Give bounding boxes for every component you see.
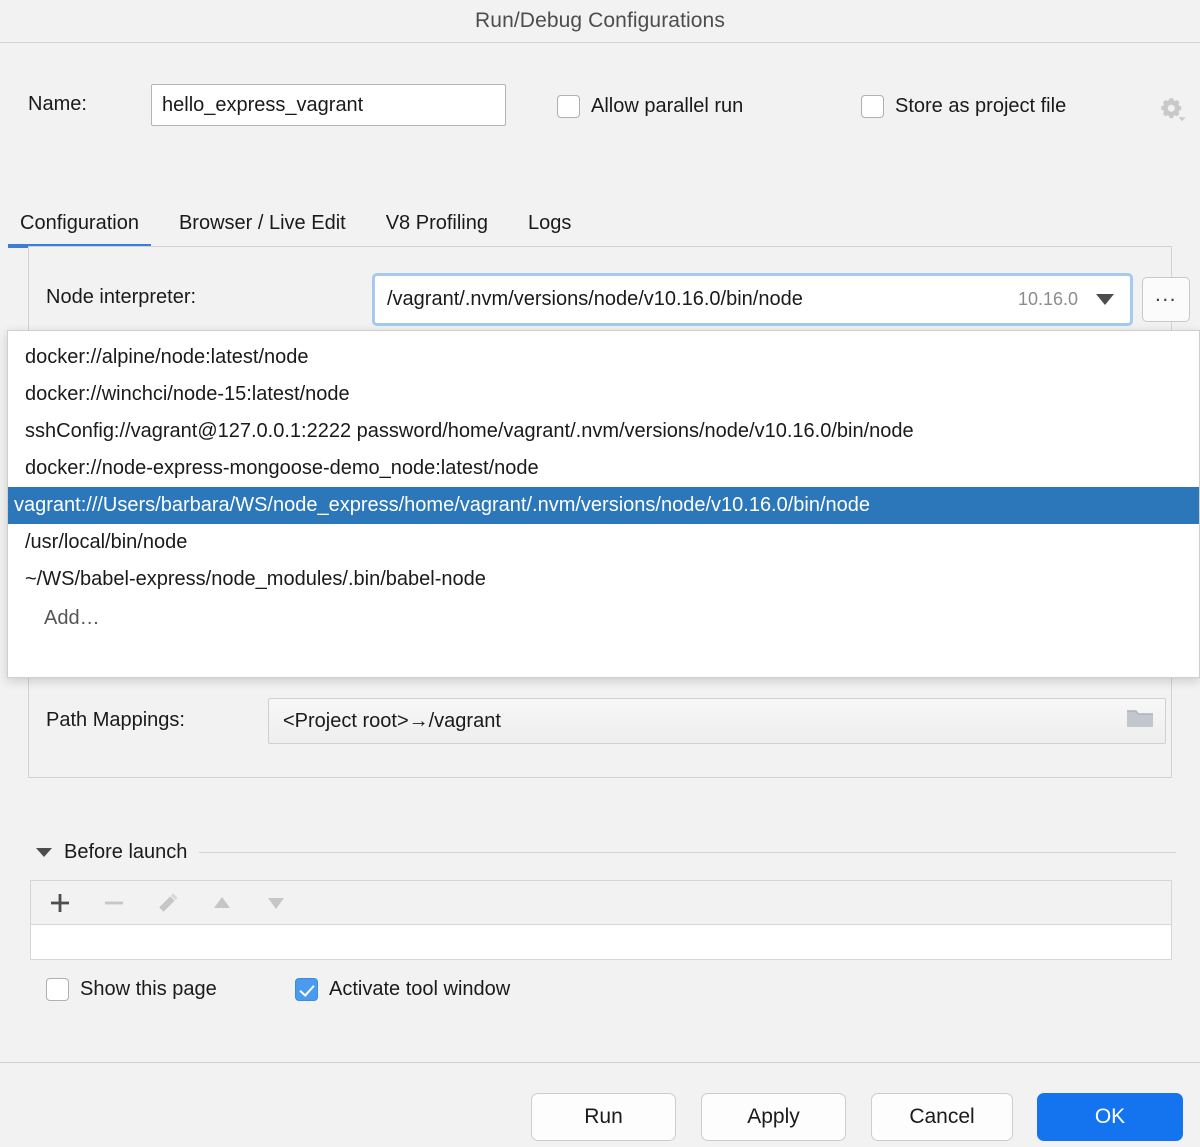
list-item-selected[interactable]: vagrant:///Users/barbara/WS/node_express…	[8, 487, 1199, 524]
gear-icon[interactable]	[1158, 96, 1188, 122]
ellipsis-label: ...	[1155, 290, 1177, 300]
list-item-label: /usr/local/bin/node	[25, 531, 187, 553]
list-item[interactable]: ~/WS/babel-express/node_modules/.bin/bab…	[8, 561, 1199, 598]
checkbox-box[interactable]	[295, 978, 318, 1001]
dialog-title-bar: Run/Debug Configurations	[0, 0, 1200, 43]
name-label: Name:	[28, 93, 87, 116]
path-mappings-value: <Project root>→/vagrant	[283, 710, 1125, 733]
button-label: Cancel	[909, 1105, 974, 1129]
move-up-icon	[205, 887, 239, 919]
allow-parallel-run-label: Allow parallel run	[591, 95, 743, 118]
show-this-page-checkbox[interactable]: Show this page	[46, 978, 217, 1001]
button-label: Run	[584, 1105, 623, 1129]
tab-label: Browser / Live Edit	[179, 212, 346, 234]
list-item-label: docker://node-express-mongoose-demo_node…	[25, 457, 539, 479]
list-item[interactable]: docker://node-express-mongoose-demo_node…	[8, 450, 1199, 487]
add-label: Add…	[44, 607, 100, 629]
tab-configuration[interactable]: Configuration	[0, 203, 159, 248]
node-interpreter-combobox[interactable]: /vagrant/.nvm/versions/node/v10.16.0/bin…	[372, 273, 1133, 326]
checkbox-box[interactable]	[46, 978, 69, 1001]
before-launch-task-list[interactable]	[30, 925, 1172, 960]
tab-v8-profiling[interactable]: V8 Profiling	[366, 203, 508, 248]
node-interpreter-browse-button[interactable]: ...	[1142, 277, 1190, 322]
store-as-project-file-label: Store as project file	[895, 95, 1066, 118]
ok-button[interactable]: OK	[1037, 1093, 1183, 1141]
before-launch-toolbar	[30, 880, 1172, 925]
node-interpreter-value: /vagrant/.nvm/versions/node/v10.16.0/bin…	[387, 288, 1018, 311]
node-interpreter-dropdown-popup[interactable]: docker://alpine/node:latest/node docker:…	[7, 330, 1200, 678]
remove-icon	[97, 887, 131, 919]
tab-logs[interactable]: Logs	[508, 203, 591, 248]
dropdown-top-padding	[8, 331, 1199, 339]
list-item[interactable]: docker://winchci/node-15:latest/node	[8, 376, 1199, 413]
list-item[interactable]: sshConfig://vagrant@127.0.0.1:2222 passw…	[8, 413, 1199, 450]
apply-button[interactable]: Apply	[701, 1093, 846, 1141]
page-title: Run/Debug Configurations	[475, 9, 725, 33]
store-as-project-file-checkbox[interactable]: Store as project file	[861, 95, 1066, 118]
tab-browser-live-edit[interactable]: Browser / Live Edit	[159, 203, 366, 248]
checkbox-box[interactable]	[557, 95, 580, 118]
list-item[interactable]: docker://alpine/node:latest/node	[8, 339, 1199, 376]
triangle-down-icon[interactable]	[36, 848, 52, 857]
button-label: OK	[1095, 1105, 1125, 1129]
list-item-label: docker://winchci/node-15:latest/node	[25, 383, 350, 405]
list-item-label: vagrant:///Users/barbara/WS/node_express…	[14, 494, 870, 516]
allow-parallel-run-checkbox[interactable]: Allow parallel run	[557, 95, 743, 118]
folder-icon[interactable]	[1125, 707, 1155, 736]
node-version-badge: 10.16.0	[1018, 289, 1078, 310]
section-divider	[199, 852, 1176, 853]
list-item-label: sshConfig://vagrant@127.0.0.1:2222 passw…	[25, 420, 914, 442]
activate-tool-window-checkbox[interactable]: Activate tool window	[295, 978, 510, 1001]
list-item[interactable]: /usr/local/bin/node	[8, 524, 1199, 561]
list-item-label: ~/WS/babel-express/node_modules/.bin/bab…	[25, 568, 486, 590]
tab-label: V8 Profiling	[386, 212, 488, 234]
add-icon[interactable]	[43, 887, 77, 919]
cancel-button[interactable]: Cancel	[871, 1093, 1013, 1141]
before-launch-header[interactable]: Before launch	[36, 838, 1176, 866]
list-item-add[interactable]: Add…	[8, 598, 1199, 638]
run-button[interactable]: Run	[531, 1093, 676, 1141]
button-label: Apply	[747, 1105, 800, 1129]
configuration-name-input[interactable]	[151, 84, 506, 126]
node-interpreter-label: Node interpreter:	[46, 286, 196, 309]
path-mappings-label: Path Mappings:	[46, 709, 185, 732]
path-mappings-field[interactable]: <Project root>→/vagrant	[268, 698, 1166, 744]
tab-label: Configuration	[20, 212, 139, 234]
show-this-page-label: Show this page	[80, 978, 217, 1001]
checkbox-box[interactable]	[861, 95, 884, 118]
chevron-down-icon[interactable]	[1096, 294, 1114, 305]
before-launch-title: Before launch	[64, 841, 187, 864]
list-item-label: docker://alpine/node:latest/node	[25, 346, 309, 368]
edit-pencil-icon	[151, 887, 185, 919]
tab-bar: Configuration Browser / Live Edit V8 Pro…	[0, 203, 1200, 250]
tab-label: Logs	[528, 212, 571, 234]
activate-tool-window-label: Activate tool window	[329, 978, 510, 1001]
move-down-icon	[259, 887, 293, 919]
